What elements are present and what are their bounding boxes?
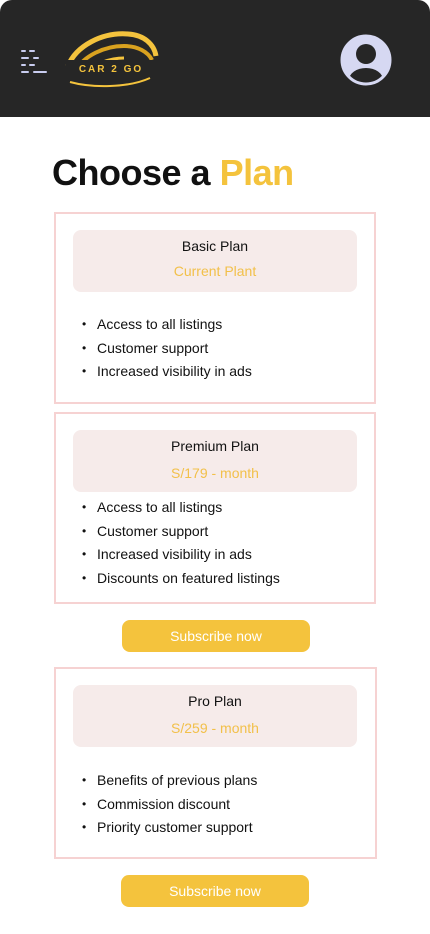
car2go-logo[interactable]: CAR 2 GO <box>62 26 160 92</box>
list-item: Commission discount <box>82 794 257 818</box>
menu-icon[interactable] <box>20 47 48 75</box>
subscribe-premium-button[interactable]: Subscribe now <box>122 620 310 652</box>
title-accent: Plan <box>219 152 295 193</box>
plan-card-premium: Premium Plan S/179 - month Access to all… <box>54 412 376 604</box>
list-item: Customer support <box>82 338 252 362</box>
list-item: Increased visibility in ads <box>82 544 280 568</box>
plan-header: Basic Plan Current Plant <box>73 230 357 292</box>
list-item: Increased visibility in ads <box>82 361 252 385</box>
list-item: Customer support <box>82 521 280 545</box>
list-item: Benefits of previous plans <box>82 770 257 794</box>
title-main: Choose a <box>52 152 211 193</box>
car-logo-icon: CAR 2 GO <box>65 31 159 88</box>
page-title: Choose a Plan <box>52 152 294 194</box>
plan-price: Current Plant <box>173 263 257 279</box>
plan-price: S/259 - month <box>171 720 259 736</box>
plan-name: Pro Plan <box>188 693 242 709</box>
list-item: Access to all listings <box>82 497 280 521</box>
plan-name: Premium Plan <box>171 438 259 454</box>
user-avatar-icon[interactable] <box>340 34 392 86</box>
subscribe-pro-button[interactable]: Subscribe now <box>121 875 309 907</box>
feature-list: Access to all listings Customer support … <box>82 314 252 385</box>
plan-name: Basic Plan <box>181 238 249 254</box>
plan-card-basic: Basic Plan Current Plant Access to all l… <box>54 212 376 404</box>
plan-header: Pro Plan S/259 - month <box>73 685 357 747</box>
list-item: Priority customer support <box>82 817 257 841</box>
plan-price: S/179 - month <box>171 465 259 481</box>
list-item: Access to all listings <box>82 314 252 338</box>
logo-text: CAR 2 GO <box>79 64 143 75</box>
plan-card-pro: Pro Plan S/259 - month Benefits of previ… <box>54 667 377 859</box>
feature-list: Access to all listings Customer support … <box>82 497 280 591</box>
plan-header: Premium Plan S/179 - month <box>73 430 357 492</box>
app-header: CAR 2 GO <box>0 0 430 117</box>
feature-list: Benefits of previous plans Commission di… <box>82 770 257 841</box>
list-item: Discounts on featured listings <box>82 568 280 592</box>
